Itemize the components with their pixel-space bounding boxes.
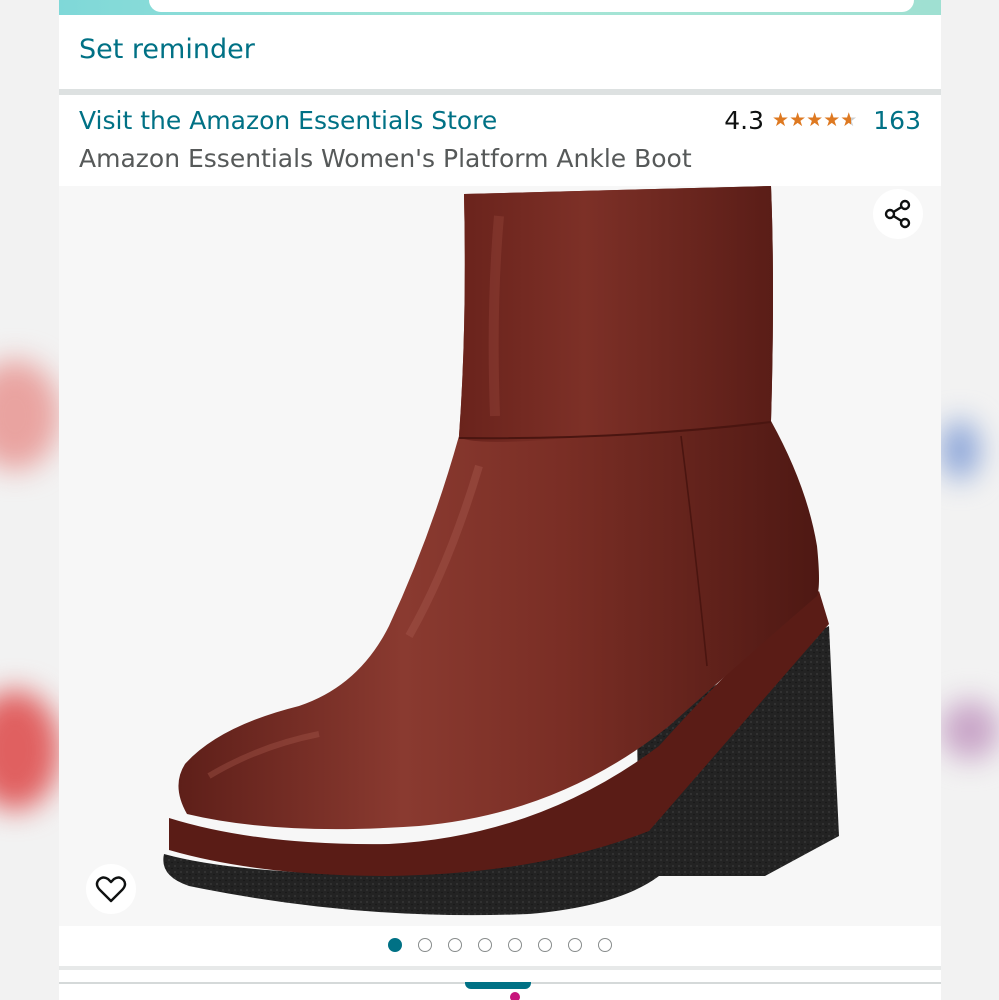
boot-shaft	[459, 186, 773, 442]
star-rating: ★ ★ ★ ★ ★	[772, 111, 857, 130]
rating-count-link[interactable]: 163	[873, 106, 921, 135]
heart-icon	[95, 876, 127, 903]
carousel-dot[interactable]	[448, 938, 462, 952]
set-reminder-link[interactable]: Set reminder	[79, 34, 255, 65]
product-image-carousel[interactable]	[59, 186, 941, 926]
carousel-dot[interactable]	[598, 938, 612, 952]
star-icon: ★	[789, 109, 807, 131]
product-card: Set reminder Visit the Amazon Essentials…	[59, 0, 941, 1000]
backdrop-right	[940, 0, 999, 1000]
backdrop-left	[0, 0, 59, 1000]
star-icon: ★	[840, 109, 858, 131]
product-title: Amazon Essentials Women's Platform Ankle…	[79, 144, 692, 173]
star-icon: ★	[823, 109, 841, 131]
promo-pill	[149, 0, 914, 12]
share-icon	[884, 199, 911, 229]
store-link[interactable]: Visit the Amazon Essentials Store	[79, 106, 497, 135]
carousel-dot[interactable]	[538, 938, 552, 952]
carousel-dot[interactable]	[478, 938, 492, 952]
star-icon: ★	[772, 109, 790, 131]
rating-summary[interactable]: 4.3 ★ ★ ★ ★ ★ 163	[724, 106, 921, 135]
carousel-dot[interactable]	[418, 938, 432, 952]
carousel-dot[interactable]	[568, 938, 582, 952]
wishlist-button[interactable]	[86, 864, 136, 914]
indicator-dot	[510, 992, 520, 1000]
section-divider	[59, 89, 941, 95]
carousel-pagination	[59, 926, 941, 964]
star-icon: ★	[806, 109, 824, 131]
carousel-dot[interactable]	[508, 938, 522, 952]
bottom-section	[59, 964, 941, 1000]
carousel-dot[interactable]	[388, 938, 402, 952]
rating-value: 4.3	[724, 106, 765, 135]
share-button[interactable]	[873, 189, 923, 239]
active-tab-indicator	[465, 982, 531, 989]
product-image	[163, 186, 839, 916]
promo-banner	[59, 0, 941, 15]
